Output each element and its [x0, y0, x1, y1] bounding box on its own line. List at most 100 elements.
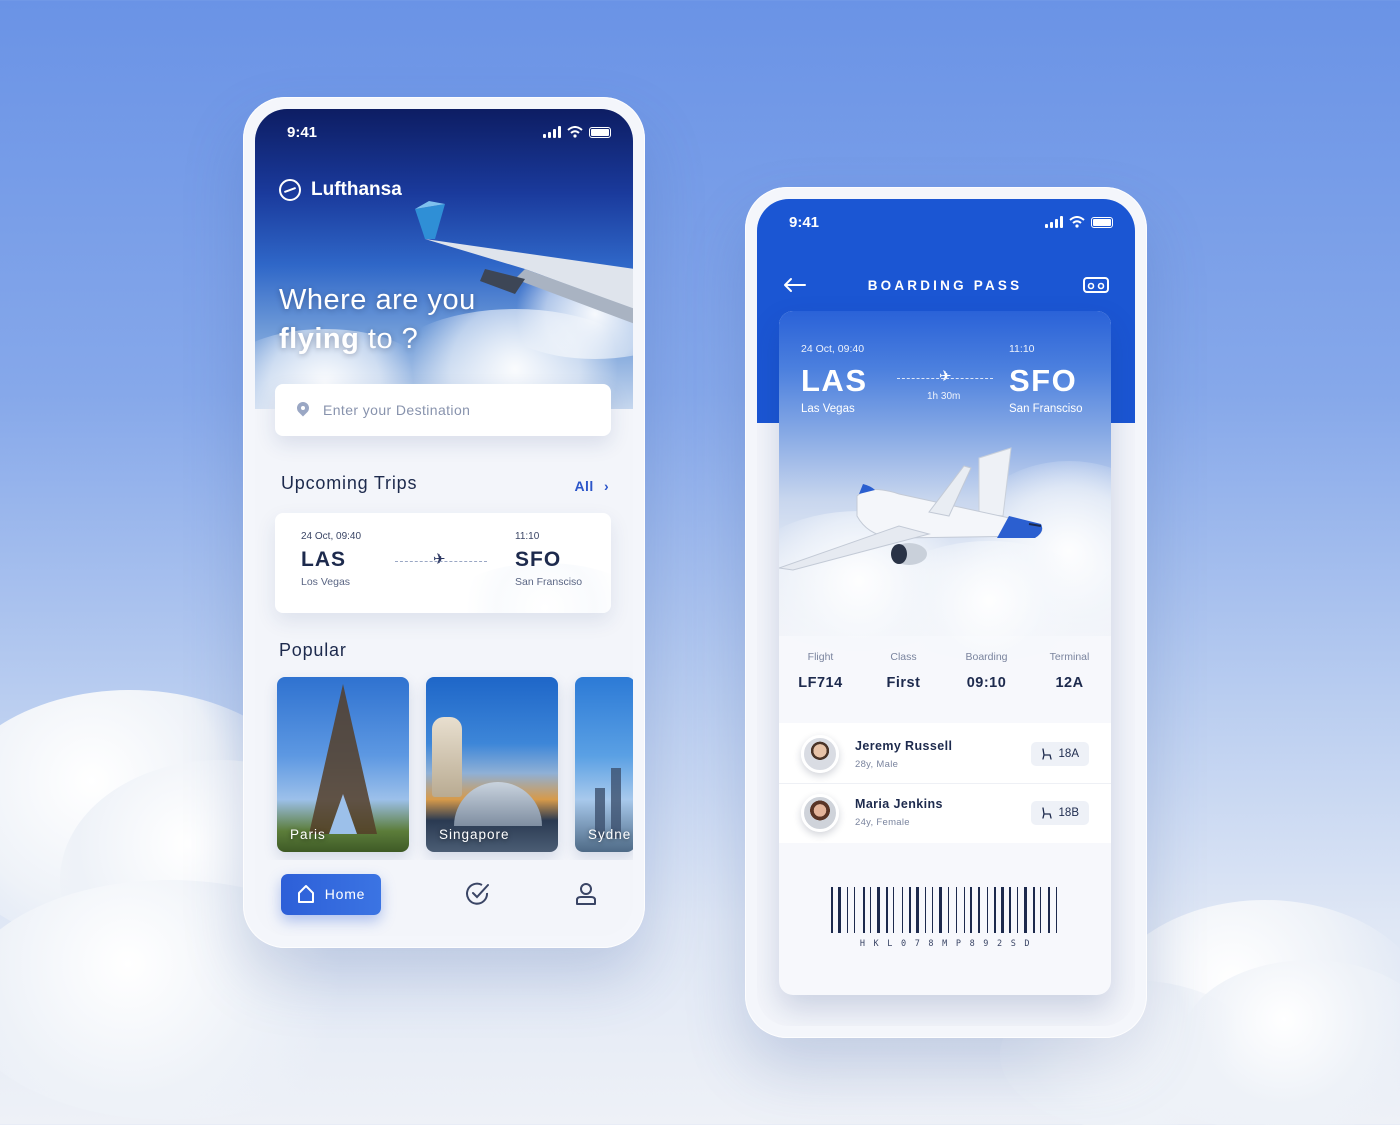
popular-card-paris[interactable]: Paris	[277, 677, 409, 852]
seat-number: 18A	[1058, 748, 1079, 760]
airplane-image	[779, 447, 1043, 571]
barcode-stripe	[993, 887, 996, 933]
barcode-stripe	[967, 887, 968, 933]
seat-icon	[1041, 748, 1052, 760]
barcode-stripe	[944, 887, 946, 933]
destination-input[interactable]	[323, 402, 573, 418]
chevron-right-icon: ›	[603, 478, 609, 494]
detail-value: 12A	[1055, 675, 1084, 691]
barcode-stripe	[862, 887, 865, 933]
back-button[interactable]	[783, 277, 807, 293]
barcode-stripe	[883, 887, 884, 933]
barcode-stripe	[987, 887, 989, 933]
barcode-stripe	[1059, 887, 1061, 933]
detail-boarding: Boarding 09:10	[945, 651, 1028, 691]
back-arrow-icon	[784, 278, 806, 292]
barcode-stripe	[844, 887, 845, 933]
seat-badge[interactable]: 18A	[1030, 742, 1089, 766]
trip-depart-time: 24 Oct, 09:40	[301, 531, 362, 542]
barcode-stripe	[877, 887, 881, 933]
barcode-stripe	[963, 887, 965, 933]
barcode-stripe	[1014, 887, 1015, 933]
barcode	[831, 887, 1061, 933]
boarding-pass-title: BOARDING PASS	[867, 277, 1023, 293]
upcoming-trip-card[interactable]: 24 Oct, 09:40 LAS Los Vegas ✈ 11:10 SFO …	[275, 513, 611, 613]
barcode-stripe	[998, 887, 999, 933]
airplane-icon: ✈	[433, 551, 446, 568]
barcode-stripe	[924, 887, 926, 933]
avatar	[801, 793, 839, 832]
barcode-stripe	[970, 887, 973, 933]
vr-view-button[interactable]	[1083, 276, 1109, 294]
trip-from-city: Los Vegas	[301, 576, 351, 588]
all-trips-link[interactable]: All ›	[575, 478, 609, 494]
barcode-stripe	[901, 887, 903, 933]
barcode-stripe	[916, 887, 920, 933]
check-circle-icon	[466, 882, 489, 905]
home-phone: 9:41 Lufthansa Where are you flying to ?…	[243, 97, 645, 948]
barcode-stripe	[928, 887, 930, 933]
nav-trips-button[interactable]	[465, 881, 491, 907]
boarding-screen: 9:41 BOARDING PASS 24 Oct, 09:40 LAS Las…	[757, 199, 1135, 1026]
destination-search[interactable]	[275, 384, 611, 436]
detail-value: LF714	[798, 675, 843, 691]
barcode-stripe	[977, 887, 980, 933]
barcode-stripe	[951, 887, 953, 933]
barcode-stripe	[905, 887, 907, 933]
detail-label: Flight	[807, 651, 834, 663]
trip-from-code: LAS	[301, 548, 346, 571]
barcode-stripe	[1020, 887, 1022, 933]
status-bar: 9:41	[255, 109, 633, 155]
barcode-stripe	[909, 887, 912, 933]
passenger-row[interactable]: Maria Jenkins 24y, Female 18B	[779, 783, 1111, 841]
barcode-stripe	[893, 887, 895, 933]
status-time: 9:41	[287, 123, 318, 141]
barcode-stripe	[1006, 887, 1007, 933]
passenger-name: Jeremy Russell	[855, 738, 953, 753]
barcode-stripe	[867, 887, 868, 933]
barcode-stripe	[846, 887, 848, 933]
popular-card-sydney[interactable]: Sydne	[575, 677, 633, 852]
barcode-stripe	[890, 887, 891, 933]
seat-badge[interactable]: 18B	[1030, 800, 1089, 825]
flight-details: Flight LF714 Class First Boarding 09:10 …	[779, 651, 1111, 691]
barcode-stripe	[870, 887, 872, 933]
pass-arrive-time: 11:10	[1009, 343, 1035, 355]
trip-to-code: SFO	[515, 548, 562, 571]
barcode-stripe	[1032, 887, 1035, 933]
passenger-info: 24y, Female	[855, 817, 910, 828]
barcode-stripe	[1048, 887, 1051, 933]
passenger-name: Maria Jenkins	[855, 797, 943, 811]
barcode-stripe	[850, 887, 852, 933]
home-screen: 9:41 Lufthansa Where are you flying to ?…	[255, 109, 633, 936]
headline-line1: Where are you	[279, 284, 476, 316]
barcode-stripe	[922, 887, 923, 933]
detail-value: First	[886, 675, 921, 691]
pass-to-code: SFO	[1009, 363, 1078, 398]
headline-rest: to ?	[367, 323, 419, 355]
barcode-stripe	[896, 887, 899, 933]
barcode-stripe	[990, 887, 991, 933]
nav-profile-button[interactable]	[575, 882, 597, 906]
signal-icon	[1045, 216, 1063, 228]
popular-title: Popular	[279, 640, 347, 660]
popular-card-label: Paris	[290, 827, 326, 842]
barcode-stripe	[982, 887, 985, 933]
nav-home-button[interactable]: Home	[281, 873, 381, 915]
barcode-stripe	[1024, 887, 1028, 933]
wifi-icon	[1069, 216, 1085, 228]
barcode-stripe	[1037, 887, 1038, 933]
boarding-topbar: BOARDING PASS	[757, 265, 1135, 305]
pass-to-city: San Fransciso	[1009, 403, 1083, 415]
popular-card-singapore[interactable]: Singapore	[426, 677, 558, 852]
nav-home-label: Home	[324, 886, 366, 902]
barcode-stripe	[835, 887, 836, 933]
status-bar: 9:41	[757, 199, 1135, 245]
pass-duration: 1h 30m	[927, 391, 961, 402]
popular-card-label: Sydne	[588, 827, 632, 842]
boarding-phone: 9:41 BOARDING PASS 24 Oct, 09:40 LAS Las…	[745, 187, 1147, 1038]
barcode-stripe	[1039, 887, 1041, 933]
all-trips-label: All	[574, 478, 594, 494]
barcode-stripe	[938, 887, 942, 933]
passenger-row[interactable]: Jeremy Russell 28y, Male 18A	[779, 725, 1111, 783]
